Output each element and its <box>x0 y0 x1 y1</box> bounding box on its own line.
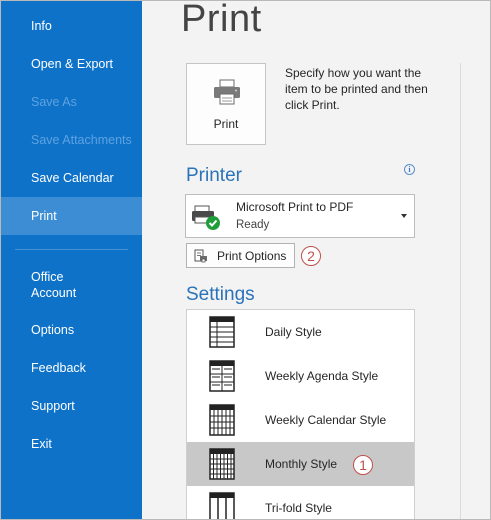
style-label-monthly: Monthly Style <box>265 457 338 471</box>
print-options-icon <box>194 249 207 263</box>
style-label-weekly-calendar: Weekly Calendar Style <box>265 413 387 427</box>
printer-icon <box>214 79 240 105</box>
sidebar-item-info[interactable]: Info <box>1 7 142 45</box>
style-row-weekly-calendar[interactable]: Weekly Calendar Style <box>187 398 414 442</box>
style-row-monthly[interactable]: Monthly Style 1 <box>187 442 414 486</box>
sidebar-item-exit[interactable]: Exit <box>1 425 142 463</box>
chevron-down-icon <box>401 214 407 218</box>
print-description: Specify how you want the item to be prin… <box>285 66 428 112</box>
step-1-badge: 1 <box>353 455 373 475</box>
backstage-window: Info Open & Export Save As Save Attachme… <box>0 0 491 520</box>
print-styles-list: Daily Style Weekly Agenda Style Weekly C… <box>186 309 415 519</box>
sidebar-item-print[interactable]: Print <box>1 197 142 235</box>
printer-dropdown[interactable]: Microsoft Print to PDF Ready <box>185 194 415 238</box>
settings-heading: Settings <box>186 284 255 305</box>
printer-heading: Printer <box>186 165 242 186</box>
sidebar-item-office-account[interactable]: Office Account <box>1 263 142 307</box>
style-label-weekly-agenda: Weekly Agenda Style <box>265 369 379 383</box>
sidebar-item-office-account-line1: Office <box>31 270 64 284</box>
sidebar-item-save-attachments: Save Attachments <box>31 133 132 147</box>
sidebar-item-support[interactable]: Support <box>1 387 142 425</box>
page-title: Print <box>181 0 262 40</box>
style-label-trifold: Tri-fold Style <box>265 501 332 515</box>
style-row-daily[interactable]: Daily Style <box>187 310 414 354</box>
daily-style-icon <box>209 316 235 348</box>
sidebar-item-open-export[interactable]: Open & Export <box>1 45 142 83</box>
printer-ready-icon <box>192 205 220 230</box>
weekly-calendar-style-icon <box>209 404 235 436</box>
info-icon[interactable]: i <box>404 164 415 175</box>
print-pane: Print Print Specify how you want the ite… <box>142 1 490 519</box>
monthly-style-icon <box>209 448 235 480</box>
style-label-daily: Daily Style <box>265 325 322 339</box>
preview-divider <box>460 63 461 519</box>
sidebar-item-save-calendar[interactable]: Save Calendar <box>1 159 142 197</box>
step-2-badge: 2 <box>301 246 321 266</box>
trifold-style-icon <box>209 492 235 519</box>
printer-name: Microsoft Print to PDF <box>236 200 354 214</box>
sidebar-item-options[interactable]: Options <box>1 311 142 349</box>
weekly-agenda-style-icon <box>209 360 235 392</box>
sidebar-item-save-as: Save As <box>31 95 77 109</box>
print-button[interactable]: Print <box>186 63 266 145</box>
print-options-button[interactable]: Print Options <box>186 243 295 268</box>
style-row-trifold[interactable]: Tri-fold Style <box>187 486 414 519</box>
printer-status: Ready <box>236 219 270 231</box>
print-options-label: Print Options <box>217 249 287 263</box>
sidebar-divider <box>15 249 128 250</box>
sidebar-item-office-account-line2: Account <box>31 286 77 300</box>
sidebar-item-feedback[interactable]: Feedback <box>1 349 142 387</box>
style-row-weekly-agenda[interactable]: Weekly Agenda Style <box>187 354 414 398</box>
print-button-label: Print <box>213 117 239 131</box>
backstage-sidebar: Info Open & Export Save As Save Attachme… <box>1 1 142 519</box>
